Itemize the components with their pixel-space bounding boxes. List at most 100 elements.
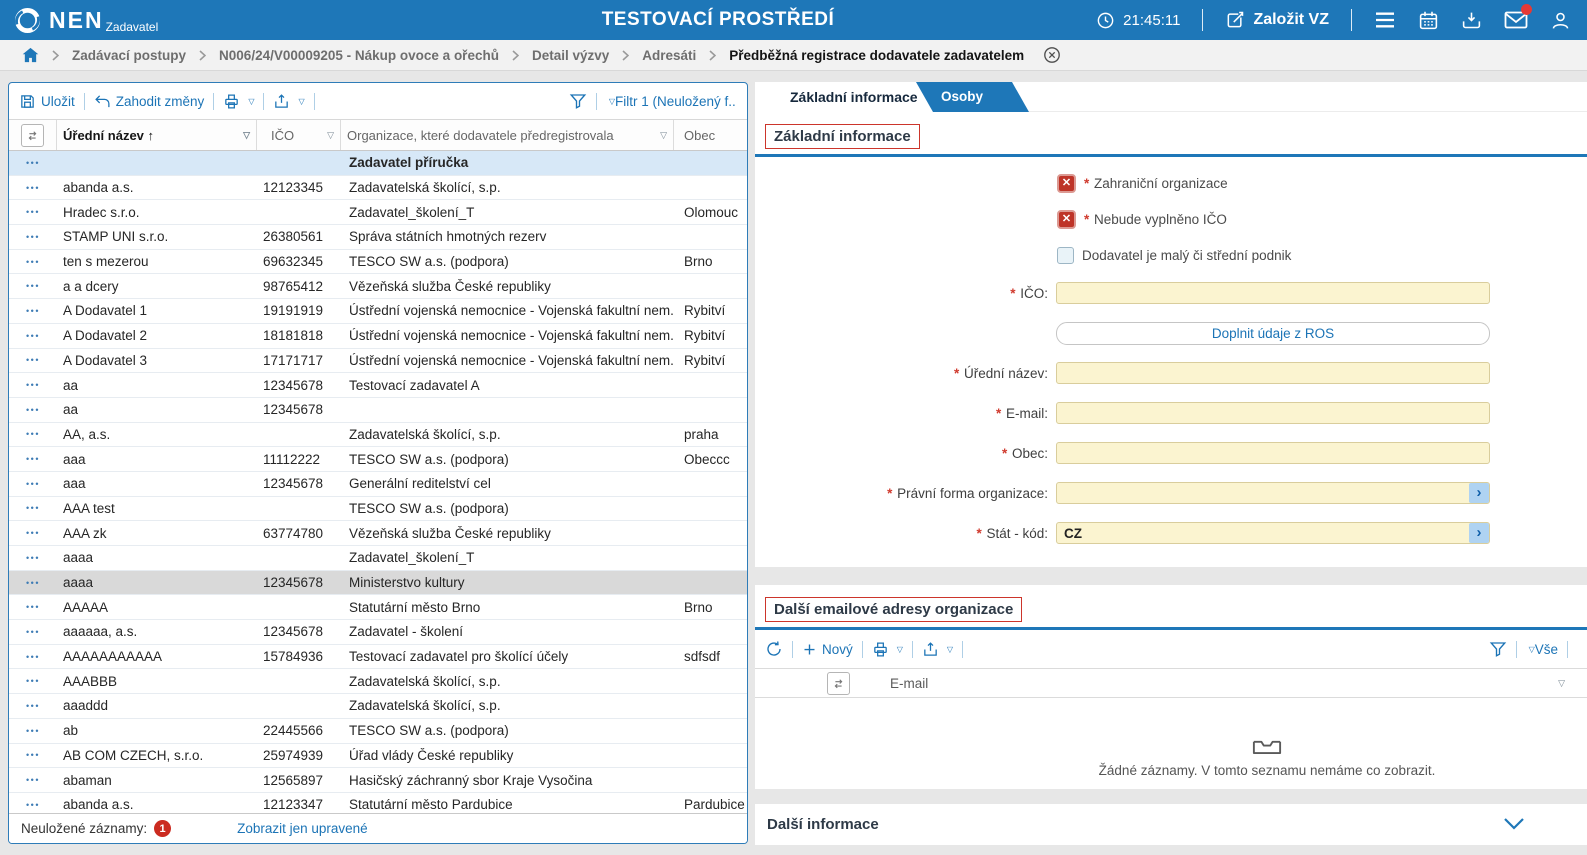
column-filter-icon[interactable]: ▽: [243, 130, 250, 141]
table-row[interactable]: •••AA, a.s.Zadavatelská školící, s.p.pra…: [9, 423, 747, 448]
field-input[interactable]: [1056, 282, 1490, 304]
row-handle-icon[interactable]: •••: [9, 331, 57, 341]
table-row[interactable]: •••abanda a.s.12123347Statutární město P…: [9, 793, 747, 813]
field-input[interactable]: [1056, 402, 1490, 424]
column-filter-icon[interactable]: ▽: [1558, 678, 1565, 689]
table-row[interactable]: •••Zadavatel příručka: [9, 151, 747, 176]
column-filter-icon[interactable]: ▽: [327, 130, 334, 141]
filter-funnel-icon[interactable]: [1489, 640, 1507, 658]
table-row[interactable]: •••Hradec s.r.o.Zadavatel_školení_TOlomo…: [9, 200, 747, 225]
row-handle-icon[interactable]: •••: [9, 676, 57, 686]
column-settings-button[interactable]: [827, 672, 850, 695]
row-handle-icon[interactable]: •••: [9, 528, 57, 538]
lookup-chevron-button[interactable]: ›: [1469, 523, 1489, 543]
breadcrumb-item[interactable]: Adresáti: [642, 48, 696, 63]
downloads-icon[interactable]: [1461, 10, 1482, 31]
row-handle-icon[interactable]: •••: [9, 503, 57, 513]
column-settings-button[interactable]: [21, 124, 44, 147]
row-handle-icon[interactable]: •••: [9, 726, 57, 736]
save-button[interactable]: Uložit: [19, 93, 75, 110]
tab-zakladni-informace[interactable]: Základní informace: [755, 82, 933, 112]
table-row[interactable]: •••aaadddZadavatelská školící, s.p.: [9, 694, 747, 719]
export-button[interactable]: ▽: [922, 641, 953, 658]
user-icon[interactable]: [1550, 10, 1571, 31]
table-row[interactable]: •••aaa12345678Generální reditelství cel: [9, 472, 747, 497]
field-input[interactable]: [1056, 442, 1490, 464]
more-info-section[interactable]: Další informace: [755, 804, 1587, 845]
table-row[interactable]: •••AAABBBZadavatelská školící, s.p.: [9, 669, 747, 694]
row-handle-icon[interactable]: •••: [9, 800, 57, 810]
print-button[interactable]: ▽: [872, 641, 903, 658]
breadcrumb-item[interactable]: N006/24/V00009205 - Nákup ovoce a ořechů: [219, 48, 499, 63]
row-handle-icon[interactable]: •••: [9, 429, 57, 439]
row-handle-icon[interactable]: •••: [9, 454, 57, 464]
table-row[interactable]: •••STAMP UNI s.r.o.26380561Správa státní…: [9, 225, 747, 250]
row-handle-icon[interactable]: •••: [9, 355, 57, 365]
refresh-button[interactable]: [765, 640, 783, 658]
row-handle-icon[interactable]: •••: [9, 578, 57, 588]
field-input[interactable]: [1056, 362, 1490, 384]
row-handle-icon[interactable]: •••: [9, 750, 57, 760]
ros-fill-button[interactable]: Doplnit údaje z ROS: [1056, 322, 1490, 345]
show-edited-link[interactable]: Zobrazit jen upravené: [237, 821, 368, 836]
row-handle-icon[interactable]: •••: [9, 207, 57, 217]
table-row[interactable]: •••ten s mezerou69632345TESCO SW a.s. (p…: [9, 250, 747, 275]
column-header-org[interactable]: Organizace, které dodavatele předregistr…: [341, 120, 674, 150]
show-all-filter[interactable]: Vše: [1535, 642, 1558, 657]
table-row[interactable]: •••A Dodavatel 218181818Ústřední vojensk…: [9, 324, 747, 349]
table-row[interactable]: •••AAA testTESCO SW a.s. (podpora): [9, 497, 747, 522]
table-row[interactable]: •••A Dodavatel 119191919Ústřední vojensk…: [9, 299, 747, 324]
table-row[interactable]: •••aa12345678: [9, 398, 747, 423]
close-page-icon[interactable]: [1043, 46, 1061, 64]
table-row[interactable]: •••aaa11112222TESCO SW a.s. (podpora)Obe…: [9, 447, 747, 472]
row-handle-icon[interactable]: •••: [9, 652, 57, 662]
filter-control[interactable]: ▽ Filtr 1 (Neuložený f...: [569, 92, 737, 110]
table-row[interactable]: •••a a dcery98765412Vězeňská služba Česk…: [9, 274, 747, 299]
table-row[interactable]: •••AAAAAStatutární město BrnoBrno: [9, 595, 747, 620]
table-row[interactable]: •••aaaaZadavatel_školení_T: [9, 546, 747, 571]
column-header-ico[interactable]: IČO ▽: [257, 120, 341, 150]
breadcrumb-item[interactable]: Zadávací postupy: [72, 48, 186, 63]
lookup-chevron-button[interactable]: ›: [1469, 483, 1489, 503]
row-handle-icon[interactable]: •••: [9, 380, 57, 390]
export-button[interactable]: ▽: [273, 93, 304, 110]
row-handle-icon[interactable]: •••: [9, 701, 57, 711]
row-handle-icon[interactable]: •••: [9, 183, 57, 193]
table-row[interactable]: •••abaman12565897Hasičský záchranný sbor…: [9, 768, 747, 793]
discard-changes-button[interactable]: Zahodit změny: [94, 93, 205, 110]
row-handle-icon[interactable]: •••: [9, 232, 57, 242]
new-email-button[interactable]: Nový: [802, 642, 853, 657]
row-handle-icon[interactable]: •••: [9, 405, 57, 415]
table-row[interactable]: •••AAA zk63774780Vězeňská služba České r…: [9, 521, 747, 546]
field-input[interactable]: [1056, 522, 1490, 544]
home-icon[interactable]: [22, 47, 39, 63]
table-row[interactable]: •••aaaa12345678Ministerstvo kultury: [9, 571, 747, 596]
row-handle-icon[interactable]: •••: [9, 257, 57, 267]
calendar-icon[interactable]: [1418, 10, 1439, 31]
checkbox[interactable]: [1057, 247, 1074, 264]
column-header-email[interactable]: E-mail: [890, 676, 928, 691]
menu-icon[interactable]: [1374, 11, 1396, 29]
table-row[interactable]: •••AAAAAAAAAAA15784936Testovací zadavate…: [9, 645, 747, 670]
create-vz-button[interactable]: Založit VZ: [1225, 10, 1329, 30]
column-header-name[interactable]: Úřední název ↑ ▽: [57, 120, 257, 150]
row-handle-icon[interactable]: •••: [9, 479, 57, 489]
row-handle-icon[interactable]: •••: [9, 775, 57, 785]
table-row[interactable]: •••aa12345678Testovací zadavatel A: [9, 373, 747, 398]
table-row[interactable]: •••A Dodavatel 317171717Ústřední vojensk…: [9, 349, 747, 374]
field-input[interactable]: [1056, 482, 1490, 504]
print-button[interactable]: ▽: [223, 93, 254, 110]
table-row[interactable]: •••abanda a.s.12123345Zadavatelská školí…: [9, 176, 747, 201]
row-handle-icon[interactable]: •••: [9, 602, 57, 612]
breadcrumb-item[interactable]: Detail výzvy: [532, 48, 609, 63]
messages-button[interactable]: [1504, 10, 1528, 30]
row-handle-icon[interactable]: •••: [9, 306, 57, 316]
crossed-checkbox-icon[interactable]: ✕: [1057, 210, 1076, 229]
table-row[interactable]: •••aaaaaa, a.s.12345678Zadavatel - škole…: [9, 620, 747, 645]
row-handle-icon[interactable]: •••: [9, 281, 57, 291]
nen-logo[interactable]: NEN Zadavatel: [14, 7, 156, 34]
column-header-obec[interactable]: Obec: [674, 120, 747, 150]
row-handle-icon[interactable]: •••: [9, 158, 57, 168]
expand-chevron-icon[interactable]: [1503, 817, 1525, 831]
table-row[interactable]: •••ab22445566TESCO SW a.s. (podpora): [9, 719, 747, 744]
